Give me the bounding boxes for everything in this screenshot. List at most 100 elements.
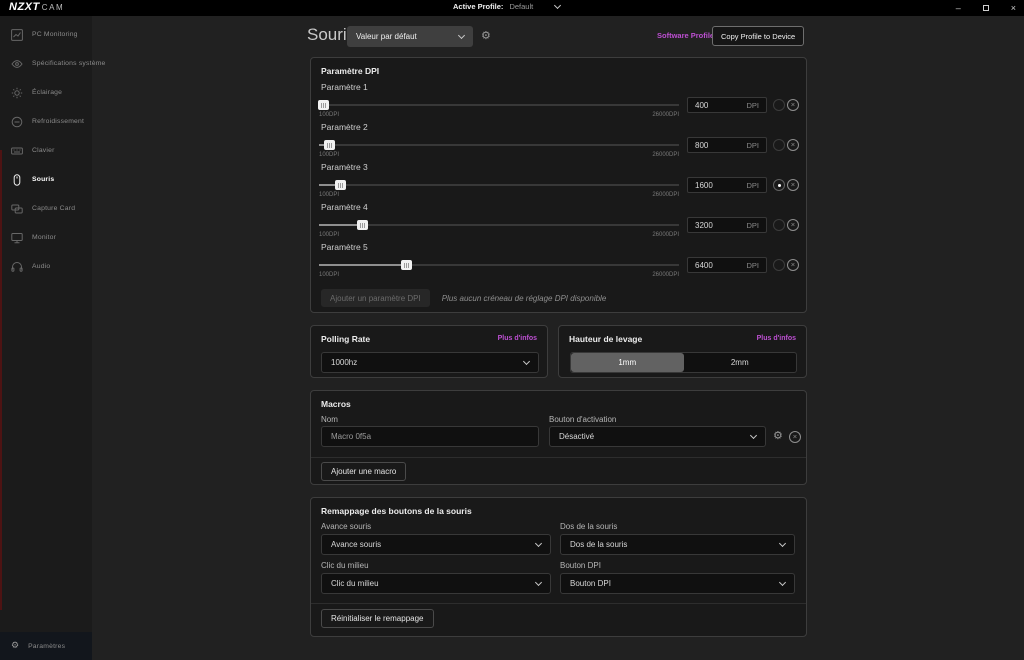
sidebar-item-icon (11, 145, 23, 157)
dpi-active-radio[interactable] (773, 179, 785, 191)
lift-height-toggle: 1mm 2mm (570, 352, 797, 373)
dpi-slider[interactable] (319, 100, 679, 110)
active-profile-selector[interactable]: Active Profile: Default (453, 2, 560, 11)
chevron-down-icon (779, 578, 786, 585)
polling-rate-value: 1000hz (331, 358, 357, 367)
minimize-button[interactable]: – (956, 4, 961, 13)
copy-profile-button[interactable]: Copy Profile to Device (712, 26, 804, 46)
dpi-unit-label: DPI (746, 261, 759, 270)
sidebar-item[interactable]: Éclairage (0, 78, 92, 107)
sidebar-item[interactable]: Audio (0, 252, 92, 281)
slider-track[interactable] (319, 224, 679, 226)
software-profile-link[interactable]: Software Profile (657, 31, 714, 40)
slider-max-label: 26000DPI (319, 232, 679, 238)
dpi-active-radio[interactable] (773, 219, 785, 231)
close-button[interactable]: × (1011, 4, 1016, 13)
remap-reset-button[interactable]: Réinitialiser le remappage (321, 609, 434, 628)
slider-handle[interactable] (401, 260, 412, 270)
macros-title: Macros (321, 399, 351, 409)
slider-track[interactable] (319, 144, 679, 146)
macro-delete-icon[interactable]: × (789, 431, 801, 443)
dpi-slider[interactable] (319, 180, 679, 190)
dpi-unit-label: DPI (746, 141, 759, 150)
profile-dropdown[interactable]: Valeur par défaut (347, 26, 473, 47)
polling-more-info-link[interactable]: Plus d'infos (498, 335, 537, 342)
dpi-slider[interactable] (319, 260, 679, 270)
remap-dropdown[interactable]: Dos de la souris (560, 534, 795, 555)
slider-track[interactable] (319, 184, 679, 186)
sidebar-item-label: Spécifications système (32, 60, 106, 67)
dpi-unit-label: DPI (746, 181, 759, 190)
dpi-value-input[interactable]: 1600 DPI (687, 177, 767, 193)
dpi-setting-label: Paramètre 4 (321, 202, 368, 212)
maximize-button[interactable] (983, 5, 989, 11)
macro-name-input[interactable]: Macro 0f5a (321, 426, 539, 447)
dpi-delete-icon[interactable]: × (787, 99, 799, 111)
dpi-delete-icon[interactable]: × (787, 219, 799, 231)
slider-max-label: 26000DPI (319, 272, 679, 278)
add-dpi-button[interactable]: Ajouter un paramètre DPI (321, 289, 430, 307)
dpi-value-input[interactable]: 800 DPI (687, 137, 767, 153)
remap-dropdown[interactable]: Clic du milieu (321, 573, 551, 594)
dpi-active-radio[interactable] (773, 259, 785, 271)
dpi-active-radio[interactable] (773, 139, 785, 151)
macro-activation-dropdown[interactable]: Désactivé (549, 426, 766, 447)
lift-height-option[interactable]: 1mm (571, 353, 684, 372)
macros-panel: Macros Nom Macro 0f5a Bouton d'activatio… (310, 390, 807, 485)
profile-gear-icon[interactable]: ⚙ (481, 30, 491, 41)
remap-dropdown[interactable]: Avance souris (321, 534, 551, 555)
dpi-active-radio[interactable] (773, 99, 785, 111)
sidebar-item-icon (11, 87, 23, 99)
dpi-value: 3200 (695, 221, 713, 230)
dpi-slider[interactable] (319, 140, 679, 150)
sidebar-settings[interactable]: ⚙ Paramètres (0, 632, 92, 660)
add-dpi-hint: Plus aucun créneau de réglage DPI dispon… (442, 294, 607, 303)
sidebar-item[interactable]: Monitor (0, 223, 92, 252)
sidebar-item[interactable]: Clavier (0, 136, 92, 165)
sidebar: PC Monitoring Spécifications système Écl… (0, 16, 92, 632)
lift-more-info-link[interactable]: Plus d'infos (757, 335, 796, 342)
sidebar-item-icon (11, 232, 23, 244)
dpi-value-input[interactable]: 6400 DPI (687, 257, 767, 273)
slider-max-label: 26000DPI (319, 112, 679, 118)
dpi-value-input[interactable]: 3200 DPI (687, 217, 767, 233)
sidebar-item[interactable]: PC Monitoring (0, 20, 92, 49)
dpi-setting-label: Paramètre 1 (321, 82, 368, 92)
dpi-value: 400 (695, 101, 708, 110)
dpi-slider[interactable] (319, 220, 679, 230)
remap-field: Bouton DPI Bouton DPI (560, 561, 795, 594)
slider-handle[interactable] (318, 100, 329, 110)
divider (311, 457, 806, 458)
add-macro-button[interactable]: Ajouter une macro (321, 462, 406, 481)
sidebar-item[interactable]: Spécifications système (0, 49, 92, 78)
slider-handle[interactable] (324, 140, 335, 150)
sidebar-item[interactable]: Souris (0, 165, 92, 194)
lift-height-option[interactable]: 2mm (684, 353, 797, 372)
slider-fill (319, 264, 406, 266)
slider-handle[interactable] (335, 180, 346, 190)
dpi-delete-icon[interactable]: × (787, 139, 799, 151)
macro-gear-icon[interactable]: ⚙ (773, 430, 783, 442)
sidebar-item[interactable]: Refroidissement (0, 107, 92, 136)
logo-nzxt: NZXT (9, 1, 40, 13)
remap-dropdown-value: Clic du milieu (331, 579, 379, 588)
remap-field: Avance souris Avance souris (321, 522, 551, 555)
macro-name-label: Nom (321, 415, 338, 424)
dpi-value-input[interactable]: 400 DPI (687, 97, 767, 113)
dpi-delete-icon[interactable]: × (787, 259, 799, 271)
dpi-setting-label: Paramètre 2 (321, 122, 368, 132)
background-window-edge (0, 150, 2, 610)
sidebar-item[interactable]: Capture Card (0, 194, 92, 223)
dpi-setting-label: Paramètre 5 (321, 242, 368, 252)
titlebar: NZXT CAM Active Profile: Default – × (0, 0, 1024, 16)
dpi-unit-label: DPI (746, 221, 759, 230)
slider-track[interactable] (319, 104, 679, 106)
active-profile-label: Active Profile: (453, 2, 503, 11)
macro-activation-value: Désactivé (559, 432, 594, 441)
remap-dropdown-value: Bouton DPI (570, 579, 611, 588)
dpi-delete-icon[interactable]: × (787, 179, 799, 191)
sidebar-item-icon (11, 58, 23, 70)
slider-handle[interactable] (357, 220, 368, 230)
remap-dropdown[interactable]: Bouton DPI (560, 573, 795, 594)
polling-rate-dropdown[interactable]: 1000hz (321, 352, 539, 373)
